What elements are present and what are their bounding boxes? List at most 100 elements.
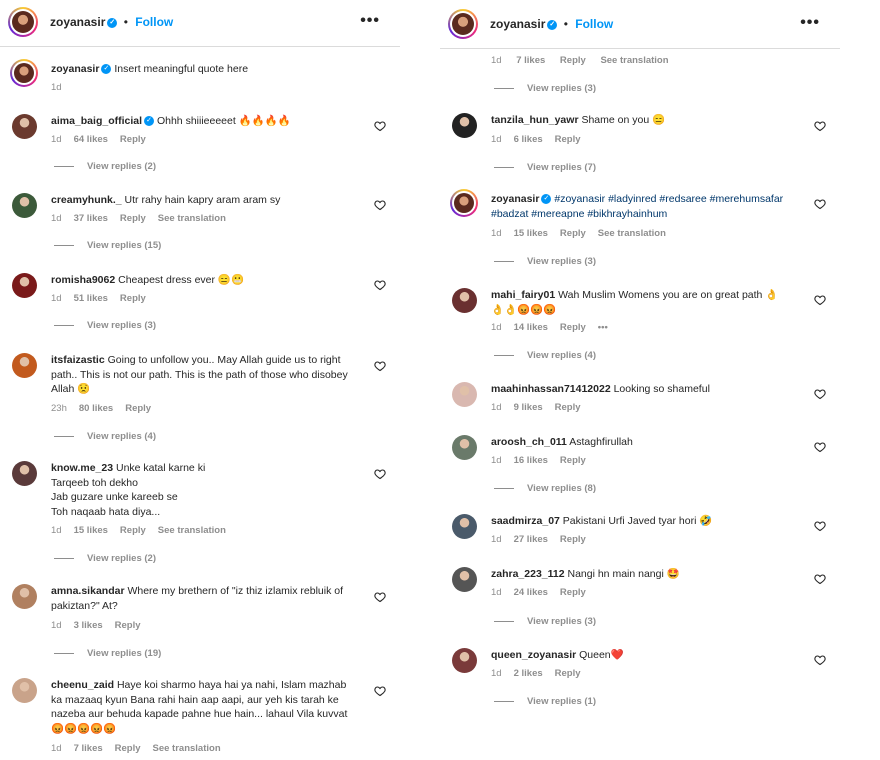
- comment-username[interactable]: mahi_fairy01: [491, 289, 555, 301]
- comment-avatar[interactable]: [452, 435, 477, 460]
- reply-button[interactable]: Reply: [555, 134, 581, 145]
- comment-likes[interactable]: 16 likes: [514, 455, 548, 466]
- view-replies-button[interactable]: View replies (19): [54, 648, 161, 659]
- reply-button[interactable]: Reply: [555, 402, 581, 413]
- like-heart-icon[interactable]: [814, 293, 826, 306]
- reply-button[interactable]: Reply: [115, 620, 141, 631]
- reply-button[interactable]: Reply: [120, 134, 146, 145]
- comment-likes[interactable]: 6 likes: [514, 134, 543, 145]
- comment-avatar[interactable]: [452, 567, 477, 592]
- view-replies-button[interactable]: View replies (4): [54, 431, 156, 442]
- reply-button[interactable]: Reply: [560, 455, 586, 466]
- see-translation-button[interactable]: See translation: [598, 228, 666, 239]
- comment-likes[interactable]: 15 likes: [514, 228, 548, 239]
- comment-likes[interactable]: 37 likes: [74, 213, 108, 224]
- comment-likes[interactable]: 7 likes: [516, 55, 545, 66]
- view-replies-button[interactable]: View replies (3): [494, 616, 596, 627]
- like-heart-icon[interactable]: [374, 359, 386, 372]
- header-username[interactable]: zoyanasir: [490, 17, 545, 31]
- view-replies-button[interactable]: View replies (3): [54, 320, 156, 331]
- comment-avatar[interactable]: [12, 461, 37, 486]
- view-replies-button[interactable]: View replies (2): [54, 161, 156, 172]
- reply-button[interactable]: Reply: [555, 668, 581, 679]
- comment-avatar[interactable]: [452, 514, 477, 539]
- comment-avatar[interactable]: [12, 114, 37, 139]
- comment-likes[interactable]: 7 likes: [74, 743, 103, 754]
- comment-username[interactable]: cheenu_zaid: [51, 679, 114, 691]
- reply-button[interactable]: Reply: [560, 534, 586, 545]
- comment-username[interactable]: romisha9062: [51, 274, 115, 286]
- like-heart-icon[interactable]: [374, 590, 386, 603]
- comment-avatar[interactable]: [452, 288, 477, 313]
- like-heart-icon[interactable]: [814, 119, 826, 132]
- comment-avatar[interactable]: [450, 189, 478, 217]
- comment-likes[interactable]: 9 likes: [514, 402, 543, 413]
- caption-username[interactable]: zoyanasir: [51, 63, 99, 75]
- comment-avatar[interactable]: [12, 193, 37, 218]
- reply-button[interactable]: Reply: [560, 322, 586, 333]
- more-options-icon[interactable]: •••: [598, 322, 608, 333]
- view-replies-button[interactable]: View replies (3): [494, 256, 596, 267]
- like-heart-icon[interactable]: [374, 278, 386, 291]
- like-heart-icon[interactable]: [814, 440, 826, 453]
- reply-button[interactable]: Reply: [120, 525, 146, 536]
- profile-avatar[interactable]: [8, 7, 38, 37]
- comment-avatar[interactable]: [12, 353, 37, 378]
- comment-username[interactable]: aima_baig_official: [51, 115, 142, 127]
- comment-likes[interactable]: 15 likes: [74, 525, 108, 536]
- comment-likes[interactable]: 2 likes: [514, 668, 543, 679]
- reply-button[interactable]: Reply: [560, 228, 586, 239]
- reply-button[interactable]: Reply: [120, 213, 146, 224]
- comment-likes[interactable]: 64 likes: [74, 134, 108, 145]
- comment-username[interactable]: maahinhassan71412022: [491, 383, 611, 395]
- comment-username[interactable]: zoyanasir: [491, 193, 539, 205]
- reply-button[interactable]: Reply: [125, 403, 151, 414]
- view-replies-button[interactable]: View replies (1): [494, 696, 596, 707]
- reply-button[interactable]: Reply: [115, 743, 141, 754]
- comment-likes[interactable]: 3 likes: [74, 620, 103, 631]
- like-heart-icon[interactable]: [814, 387, 826, 400]
- more-options-icon[interactable]: •••: [800, 14, 820, 32]
- comment-username[interactable]: saadmirza_07: [491, 515, 560, 527]
- comment-avatar[interactable]: [452, 382, 477, 407]
- comment-username[interactable]: zahra_223_112: [491, 568, 565, 580]
- comment-likes[interactable]: 51 likes: [74, 293, 108, 304]
- like-heart-icon[interactable]: [374, 119, 386, 132]
- comment-username[interactable]: aroosh_ch_011: [491, 436, 567, 448]
- comment-likes[interactable]: 14 likes: [514, 322, 548, 333]
- see-translation-button[interactable]: See translation: [153, 743, 221, 754]
- like-heart-icon[interactable]: [374, 198, 386, 211]
- view-replies-button[interactable]: View replies (7): [494, 162, 596, 173]
- reply-button[interactable]: Reply: [120, 293, 146, 304]
- comment-avatar[interactable]: [452, 648, 477, 673]
- comment-avatar[interactable]: [12, 584, 37, 609]
- like-heart-icon[interactable]: [374, 467, 386, 480]
- comment-username[interactable]: tanzila_hun_yawr: [491, 114, 579, 126]
- header-username[interactable]: zoyanasir: [50, 15, 105, 29]
- comment-likes[interactable]: 24 likes: [514, 587, 548, 598]
- comment-likes[interactable]: 27 likes: [514, 534, 548, 545]
- comment-username[interactable]: queen_zoyanasir: [491, 649, 576, 661]
- comment-username[interactable]: itsfaizastic: [51, 354, 105, 366]
- view-replies-button[interactable]: View replies (8): [494, 483, 596, 494]
- like-heart-icon[interactable]: [814, 572, 826, 585]
- comment-likes[interactable]: 80 likes: [79, 403, 113, 414]
- view-replies-button[interactable]: View replies (15): [54, 240, 161, 251]
- follow-button[interactable]: Follow: [575, 17, 613, 31]
- comment-username[interactable]: know.me_23: [51, 462, 113, 474]
- follow-button[interactable]: Follow: [135, 15, 173, 29]
- profile-avatar[interactable]: [448, 9, 478, 39]
- reply-button[interactable]: Reply: [560, 587, 586, 598]
- like-heart-icon[interactable]: [814, 197, 826, 210]
- comment-avatar[interactable]: [12, 273, 37, 298]
- like-heart-icon[interactable]: [814, 653, 826, 666]
- see-translation-button[interactable]: See translation: [158, 525, 226, 536]
- comment-avatar[interactable]: [12, 678, 37, 703]
- comment-username[interactable]: amna.sikandar: [51, 585, 125, 597]
- see-translation-button[interactable]: See translation: [600, 55, 668, 66]
- comment-avatar[interactable]: [452, 113, 477, 138]
- like-heart-icon[interactable]: [374, 684, 386, 697]
- reply-button[interactable]: Reply: [560, 55, 586, 66]
- view-replies-button[interactable]: View replies (4): [494, 350, 596, 361]
- more-options-icon[interactable]: •••: [360, 12, 380, 30]
